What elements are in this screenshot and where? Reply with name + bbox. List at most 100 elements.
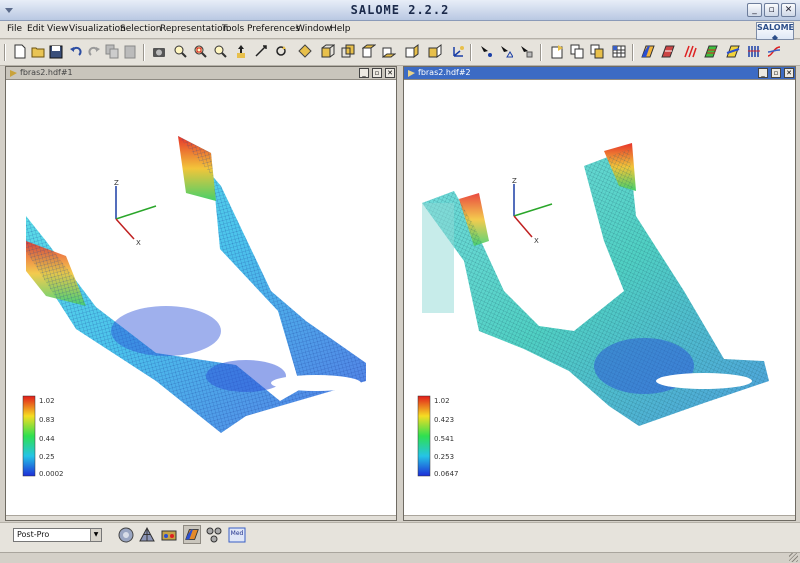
global-pan-icon[interactable] (254, 44, 268, 59)
view-minimize-button[interactable]: _ (359, 68, 369, 78)
view-maximize-button[interactable]: ▫ (771, 68, 781, 78)
toolbar-separator (540, 44, 542, 61)
view-close-button[interactable]: ✕ (385, 68, 395, 78)
view-title: fbras2.hdf#2 (418, 68, 471, 77)
select-node-icon[interactable] (479, 44, 493, 59)
menu-view[interactable]: View (47, 24, 68, 34)
scalar-bar-label: 0.423 (434, 416, 454, 424)
top-view-icon[interactable] (362, 44, 376, 59)
scalar-bar-label: 1.02 (434, 397, 450, 405)
right-view-icon[interactable] (428, 44, 442, 59)
view-window-1[interactable]: fbras2.hdf#1 _ ▫ ✕ Z X 1.02 0.83 0.44 0.… (5, 66, 397, 521)
redo-icon[interactable] (87, 44, 101, 59)
toolbar-separator (4, 44, 6, 61)
vtk-viewport[interactable]: Z X 1.02 0.83 0.44 0.25 0.0002 (6, 81, 396, 516)
import-icon[interactable] (550, 44, 564, 59)
axis-z-label: Z (114, 179, 119, 187)
menu-file[interactable]: File (7, 24, 22, 34)
bottom-view-icon[interactable] (382, 44, 396, 59)
scalar-bar-label: 0.253 (434, 453, 454, 461)
save-icon[interactable] (49, 44, 63, 59)
menu-visualization[interactable]: Visualization (69, 24, 126, 34)
med-module-icon[interactable]: Med (228, 525, 246, 544)
mesh-module-icon[interactable] (138, 525, 156, 544)
paste-icon[interactable] (123, 44, 137, 59)
svg-text:Med: Med (231, 530, 244, 537)
pan-icon[interactable] (234, 44, 248, 59)
iso-surfaces-icon[interactable] (704, 44, 718, 59)
menu-representation[interactable]: Representation (160, 24, 228, 34)
menu-selection[interactable]: Selection (120, 24, 161, 34)
open-folder-icon[interactable] (31, 44, 45, 59)
menu-tools[interactable]: Tools (222, 24, 244, 34)
minimize-button[interactable]: _ (747, 3, 762, 17)
horizontal-scrollbar[interactable] (6, 515, 396, 520)
select-actor-icon[interactable] (519, 44, 533, 59)
vtk-viewport[interactable]: Z X 1.02 0.423 0.541 0.253 0.0647 (404, 81, 795, 516)
horizontal-scrollbar[interactable] (404, 515, 795, 520)
view-caption[interactable]: fbras2.hdf#2 _ ▫ ✕ (404, 67, 795, 80)
stream-lines-icon[interactable] (767, 44, 781, 59)
menu-preferences[interactable]: Preferences (247, 24, 300, 34)
salome-logo: SALOME ◆ (756, 22, 794, 42)
axis-x-label: X (136, 239, 141, 247)
scalar-map-icon[interactable] (641, 44, 655, 59)
maximize-button[interactable]: ▫ (764, 3, 779, 17)
scalar-bar-label: 0.44 (39, 435, 55, 443)
main-toolbar (0, 40, 800, 66)
document-icon (10, 70, 17, 77)
toolbar-separator (470, 44, 472, 61)
title-bar: SALOME 2.2.2 _ ▫ ✕ (0, 0, 800, 21)
view-close-button[interactable]: ✕ (784, 68, 794, 78)
geometry-module-icon[interactable] (117, 525, 135, 544)
back-view-icon[interactable] (341, 44, 355, 59)
cut-lines-icon[interactable] (747, 44, 761, 59)
left-view-icon[interactable] (405, 44, 419, 59)
toolbar-separator (143, 44, 145, 61)
fit-all-icon[interactable] (173, 44, 187, 59)
zoom-icon[interactable] (213, 44, 227, 59)
rotate-icon[interactable] (274, 44, 288, 59)
module-selector[interactable]: Post-Pro ▼ (13, 528, 102, 542)
status-bar (0, 552, 800, 563)
deformed-shape-icon[interactable] (661, 44, 675, 59)
menu-bar: File Edit View Visualization Selection R… (0, 21, 800, 39)
front-view-icon[interactable] (321, 44, 335, 59)
menu-help[interactable]: Help (330, 24, 351, 34)
scalar-bar-label: 1.02 (39, 397, 55, 405)
scalar-bar: 1.02 0.423 0.541 0.253 0.0647 (417, 395, 459, 478)
mesh-model (26, 136, 366, 433)
copy-presentation-icon[interactable] (570, 44, 584, 59)
menu-edit[interactable]: Edit (27, 24, 44, 34)
resize-grip[interactable] (789, 553, 798, 562)
close-button[interactable]: ✕ (781, 3, 796, 17)
dump-view-icon[interactable] (152, 44, 166, 59)
view-caption[interactable]: fbras2.hdf#1 _ ▫ ✕ (6, 67, 396, 80)
new-document-icon[interactable] (13, 44, 27, 59)
view-window-2[interactable]: fbras2.hdf#2 _ ▫ ✕ Z X 1.02 0.423 0.541 … (403, 66, 796, 521)
vectors-icon[interactable] (683, 44, 697, 59)
select-cell-icon[interactable] (499, 44, 513, 59)
toolbar-separator (632, 44, 634, 61)
fit-area-icon[interactable] (193, 44, 207, 59)
trihedron-icon[interactable] (451, 44, 465, 59)
scalar-bar-label: 0.25 (39, 453, 55, 461)
view-minimize-button[interactable]: _ (758, 68, 768, 78)
view-maximize-button[interactable]: ▫ (372, 68, 382, 78)
supervisor-module-icon[interactable] (160, 525, 178, 544)
axis-z-label: Z (512, 177, 517, 185)
window-title: SALOME 2.2.2 (350, 3, 450, 17)
post-pro-module-icon[interactable] (183, 525, 201, 544)
axis-x-label: X (534, 237, 539, 245)
reset-view-icon[interactable] (298, 44, 312, 59)
menu-window[interactable]: Window (296, 24, 332, 34)
axes-trihedron (115, 186, 157, 240)
table-icon[interactable] (612, 44, 626, 59)
paste-presentation-icon[interactable] (590, 44, 604, 59)
cut-planes-icon[interactable] (726, 44, 740, 59)
copy-icon[interactable] (105, 44, 119, 59)
component-module-icon[interactable] (205, 525, 223, 544)
module-selector-value: Post-Pro (17, 530, 50, 539)
undo-icon[interactable] (69, 44, 83, 59)
chevron-down-icon[interactable]: ▼ (90, 529, 101, 541)
